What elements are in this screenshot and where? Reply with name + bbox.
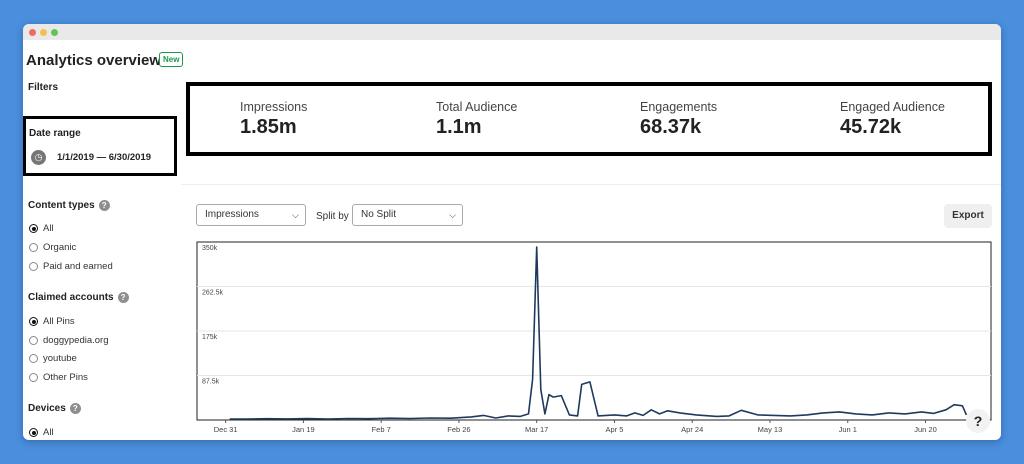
app-window: Analytics overview New Filters Date rang…	[23, 24, 1001, 440]
clock-icon: ◷	[31, 150, 46, 165]
chevron-down-icon: ⌵	[449, 210, 456, 220]
x-tick-label: Jan 19	[292, 425, 315, 434]
chart-svg: 350k 262.5k 175k 87.5k Dec 31 Jan 19 Feb 7 Feb …	[196, 241, 992, 434]
y-tick-label: 87.5k	[202, 379, 220, 386]
x-tick-label: Apr 24	[681, 425, 703, 434]
account-youtube-radio[interactable]: youtube	[29, 353, 77, 364]
radio-selected-icon[interactable]	[29, 428, 38, 437]
radio-icon[interactable]	[29, 354, 38, 363]
y-tick-label: 262.5k	[202, 290, 224, 297]
date-range-label: Date range	[29, 128, 81, 139]
radio-icon[interactable]	[29, 373, 38, 382]
x-tick-label: Apr 5	[605, 425, 623, 434]
date-range-value[interactable]: 1/1/2019 — 6/30/2019	[57, 152, 151, 163]
x-tick-label: Feb 7	[372, 425, 391, 434]
x-tick-label: Jun 20	[914, 425, 937, 434]
help-button[interactable]: ?	[966, 409, 990, 433]
device-all-radio[interactable]: All	[29, 427, 54, 438]
x-tick-label: Dec 31	[214, 425, 238, 434]
account-doggypedia-radio[interactable]: doggypedia.org	[29, 335, 109, 346]
content-type-all-radio[interactable]: All	[29, 223, 54, 234]
help-icon[interactable]: ?	[98, 200, 110, 211]
account-all-pins-radio[interactable]: All Pins	[29, 316, 75, 327]
content-type-organic-radio[interactable]: Organic	[29, 242, 76, 253]
impressions-series-line	[229, 246, 968, 420]
y-tick-label: 350k	[202, 245, 218, 252]
help-icon[interactable]: ?	[69, 403, 81, 414]
page-title: Analytics overview	[26, 52, 162, 69]
devices-heading: Devices?	[28, 403, 81, 414]
export-button[interactable]: Export	[944, 204, 992, 228]
radio-icon[interactable]	[29, 243, 38, 252]
date-range-filter[interactable]: Date range ◷ 1/1/2019 — 6/30/2019	[23, 116, 177, 176]
close-window-icon[interactable]	[29, 28, 36, 36]
split-select[interactable]: No Split ⌵	[352, 204, 463, 226]
filters-heading: Filters	[28, 82, 59, 93]
help-icon[interactable]: ?	[117, 292, 129, 303]
claimed-accounts-heading: Claimed accounts?	[28, 292, 129, 303]
metric-engagements[interactable]: Engagements 68.37k	[640, 100, 717, 139]
x-tick-label: Mar 17	[525, 425, 548, 434]
radio-icon[interactable]	[29, 262, 38, 271]
x-tick-label: May 13	[758, 425, 783, 434]
section-divider	[181, 184, 1001, 185]
content-types-heading: Content types?	[28, 200, 110, 211]
metrics-summary: Impressions 1.85m Total Audience 1.1m En…	[186, 82, 992, 156]
split-by-label: Split by	[316, 211, 349, 222]
metric-engaged-audience[interactable]: Engaged Audience 45.72k	[840, 100, 945, 139]
radio-selected-icon[interactable]	[29, 224, 38, 233]
x-tick-label: Feb 26	[447, 425, 470, 434]
new-badge: New	[159, 52, 184, 67]
radio-selected-icon[interactable]	[29, 317, 38, 326]
account-other-pins-radio[interactable]: Other Pins	[29, 372, 88, 383]
content-type-paid-radio[interactable]: Paid and earned	[29, 261, 113, 272]
maximize-window-icon[interactable]	[51, 28, 58, 36]
metric-total-audience[interactable]: Total Audience 1.1m	[436, 100, 517, 139]
radio-icon[interactable]	[29, 336, 38, 345]
metric-impressions[interactable]: Impressions 1.85m	[240, 100, 307, 139]
filters-sidebar: Filters Date range ◷ 1/1/2019 — 6/30/201…	[23, 80, 180, 440]
x-tick-label: Jun 1	[839, 425, 857, 434]
window-titlebar	[23, 24, 1001, 40]
minimize-window-icon[interactable]	[40, 28, 47, 36]
metric-select[interactable]: Impressions ⌵	[196, 204, 306, 226]
impressions-chart[interactable]: 350k 262.5k 175k 87.5k Dec 31 Jan 19 Feb 7 Feb …	[195, 240, 993, 438]
chevron-down-icon: ⌵	[292, 210, 299, 220]
y-tick-label: 175k	[202, 334, 218, 341]
